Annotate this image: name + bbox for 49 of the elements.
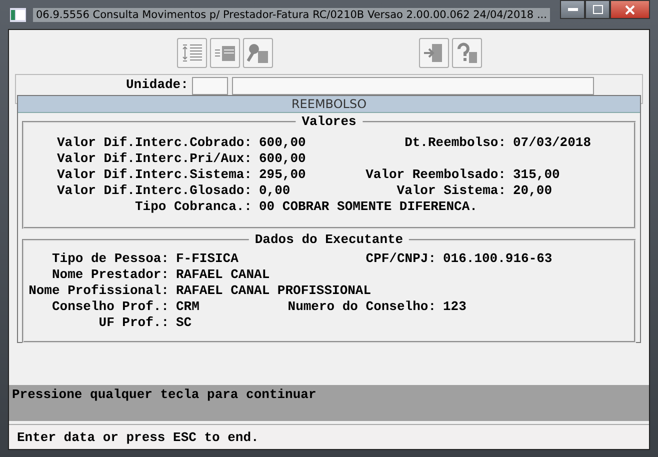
field-value: SC	[176, 315, 192, 331]
field-label: Nome Prestador:	[52, 267, 169, 283]
field-value: F-FISICA	[176, 251, 238, 267]
unit-name-field[interactable]	[232, 77, 594, 95]
close-icon	[625, 4, 635, 14]
maximize-button[interactable]	[585, 0, 610, 19]
close-button[interactable]	[610, 0, 650, 19]
field-label: Valor Sistema:	[396, 183, 506, 199]
field-value: RAFAEL CANAL	[176, 267, 270, 283]
field-label: Tipo Cobranca.:	[134, 199, 252, 215]
dialog-title: REEMBOLSO	[18, 96, 640, 113]
field-label: Valor Dif.Interc.Cobrado:	[56, 135, 252, 151]
field-value: 315,00	[513, 167, 560, 183]
field-label: Valor Dif.Interc.Glosado:	[56, 183, 252, 199]
sort-list-icon[interactable]	[176, 38, 206, 68]
field-value: CRM	[176, 299, 200, 315]
field-value: 295,00	[259, 167, 306, 183]
field-label: Valor Dif.Interc.Pri/Aux:	[56, 151, 252, 167]
field-value: 123	[443, 299, 466, 315]
window-title: 06.9.5556 Consulta Movimentos p/ Prestador-Fatura RC/0210B Versao 2.00.00.062 24/04/2018 ...	[33, 8, 550, 22]
field-label: Nome Profissional:	[28, 283, 169, 299]
field-value: 0,00	[259, 183, 290, 199]
maximize-icon	[592, 5, 602, 14]
field-label: Conselho Prof.:	[52, 299, 169, 315]
field-value: 20,00	[513, 183, 552, 199]
field-value: 07/03/2018	[513, 135, 592, 151]
field-value: 600,00	[259, 135, 306, 151]
field-label: Valor Dif.Interc.Sistema:	[56, 167, 252, 183]
field-value: 016.100.916-63	[443, 251, 552, 267]
exit-door-icon[interactable]	[418, 38, 448, 68]
unit-label: Unidade:	[126, 77, 188, 93]
field-label: CPF/CNPJ:	[366, 251, 436, 267]
minimize-button[interactable]	[560, 0, 585, 19]
list-icon[interactable]	[210, 38, 240, 68]
field-label: Valor Reembolsado:	[366, 167, 506, 183]
field-label: Numero do Conselho:	[288, 299, 436, 315]
unit-code-field[interactable]	[192, 77, 228, 95]
key-icon[interactable]	[242, 38, 272, 68]
field-label: UF Prof.:	[98, 315, 169, 331]
field-label: Tipo de Pessoa:	[52, 251, 169, 267]
minimize-icon	[568, 8, 578, 11]
field-value: 00 COBRAR SOMENTE DIFERENCA.	[259, 199, 478, 215]
field-value: 600,00	[259, 151, 306, 167]
app-icon	[10, 8, 26, 22]
help-icon[interactable]	[452, 38, 482, 68]
status-text: Enter data or press ESC to end.	[17, 430, 259, 444]
field-value: RAFAEL CANAL PROFISSIONAL	[176, 283, 372, 299]
message-text: Pressione qualquer tecla para continuar	[12, 387, 316, 402]
field-label: Dt.Reembolso:	[404, 135, 506, 151]
